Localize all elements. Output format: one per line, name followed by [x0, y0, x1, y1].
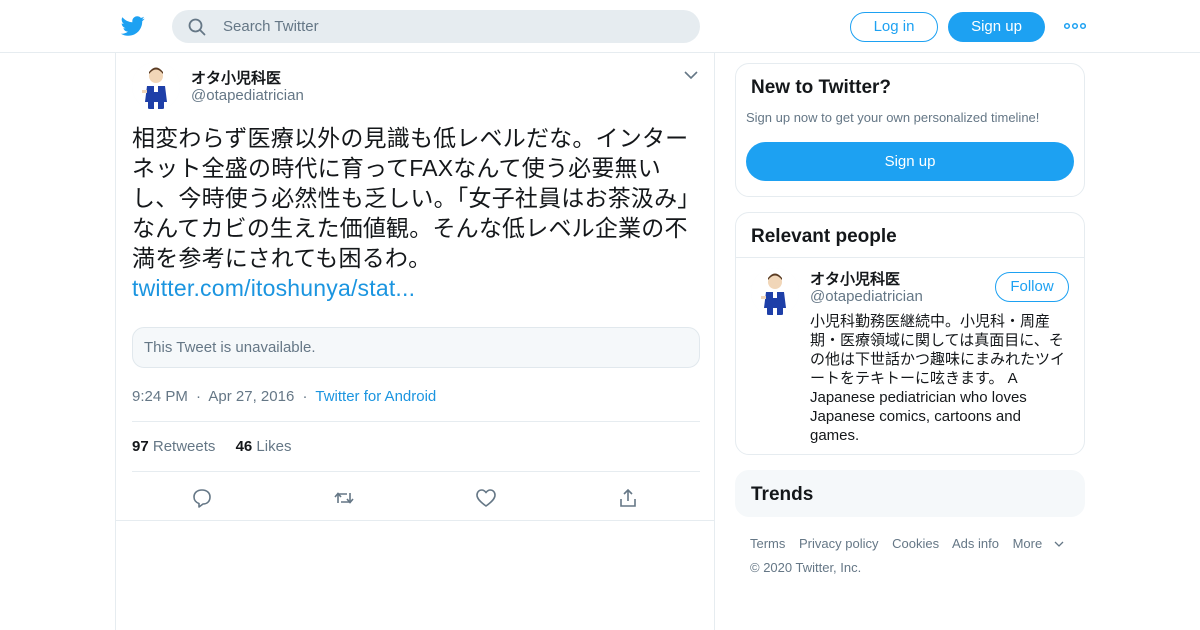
- avatar[interactable]: [132, 62, 180, 110]
- share-icon[interactable]: [617, 487, 639, 509]
- top-bar: Search Twitter Log in Sign up: [0, 0, 1200, 53]
- tweet-date[interactable]: Apr 27, 2016: [208, 388, 294, 405]
- footer-link-more[interactable]: More: [1013, 536, 1065, 551]
- divider: [132, 471, 700, 472]
- footer-link-privacy[interactable]: Privacy policy: [799, 536, 878, 551]
- trends-title: Trends: [751, 484, 814, 505]
- trends-card: Trends: [735, 470, 1085, 517]
- retweets-label: Retweets: [152, 438, 216, 455]
- retweets-count: 97: [132, 438, 149, 455]
- unavailable-text: This Tweet is unavailable.: [144, 339, 316, 356]
- new-to-twitter-subtitle: Sign up now to get your own personalized…: [746, 110, 1040, 125]
- search-input[interactable]: Search Twitter: [223, 18, 319, 35]
- tweet-body: 相変わらず医療以外の見識も低レベルだな。インターネット全盛の時代に育ってFAXな…: [132, 125, 701, 271]
- likes-label: Likes: [256, 438, 292, 455]
- reply-icon[interactable]: [191, 487, 213, 509]
- avatar-illustration-icon: [751, 268, 799, 316]
- avatar-illustration-icon: [132, 62, 180, 110]
- author-name[interactable]: オタ小児科医: [191, 67, 281, 88]
- heart-icon[interactable]: [475, 487, 497, 509]
- tweet-text: 相変わらず医療以外の見識も低レベルだな。インターネット全盛の時代に育ってFAXな…: [132, 123, 702, 303]
- meta-separator: ·: [196, 388, 202, 405]
- relevant-people-card: Relevant people オタ小児科医 @otapediatrician …: [735, 212, 1085, 455]
- relevant-people-title: Relevant people: [751, 226, 897, 247]
- likes-count: 46: [235, 438, 253, 455]
- chevron-down-icon: [1054, 541, 1064, 547]
- footer-links: Terms Privacy policy Cookies Ads info Mo…: [750, 536, 1074, 551]
- likes-stat[interactable]: 46 Likes: [236, 438, 292, 455]
- new-to-twitter-card: New to Twitter? Sign up now to get your …: [735, 63, 1085, 197]
- search-bar[interactable]: Search Twitter: [172, 10, 700, 43]
- follow-button[interactable]: Follow: [995, 272, 1069, 302]
- person-name[interactable]: オタ小児科医: [810, 268, 900, 289]
- tweet-meta: 9:24 PM · Apr 27, 2016 · Twitter for And…: [132, 388, 436, 405]
- tweet-column: オタ小児科医 @otapediatrician 相変わらず医療以外の見識も低レベ…: [115, 53, 715, 630]
- divider: [132, 421, 700, 422]
- more-dots-icon[interactable]: [1064, 18, 1086, 34]
- tweet-link[interactable]: twitter.com/itoshunya/stat...: [132, 273, 702, 303]
- signup-button[interactable]: Sign up: [948, 12, 1045, 42]
- footer-link-terms[interactable]: Terms: [750, 536, 785, 551]
- tweet-stats: 97 Retweets 46 Likes: [132, 438, 291, 455]
- author-handle[interactable]: @otapediatrician: [191, 87, 304, 104]
- divider: [736, 257, 1084, 258]
- search-icon: [188, 18, 206, 36]
- person-avatar[interactable]: [751, 268, 799, 316]
- person-handle[interactable]: @otapediatrician: [810, 288, 923, 305]
- footer-link-cookies[interactable]: Cookies: [892, 536, 939, 551]
- chevron-down-icon[interactable]: [684, 70, 698, 80]
- meta-separator: ·: [302, 388, 308, 405]
- quoted-tweet-unavailable: This Tweet is unavailable.: [132, 327, 700, 368]
- twitter-bird-icon[interactable]: [120, 14, 146, 38]
- footer-link-ads-info[interactable]: Ads info: [952, 536, 999, 551]
- login-button[interactable]: Log in: [850, 12, 938, 42]
- copyright: © 2020 Twitter, Inc.: [750, 560, 862, 575]
- retweets-stat[interactable]: 97 Retweets: [132, 438, 215, 455]
- sidebar-signup-button[interactable]: Sign up: [746, 142, 1074, 181]
- tweet-bottom-border: [116, 520, 714, 521]
- new-to-twitter-title: New to Twitter?: [751, 77, 892, 98]
- tweet-source[interactable]: Twitter for Android: [315, 388, 436, 405]
- retweet-icon[interactable]: [333, 487, 355, 509]
- person-bio: 小児科勤務医継続中。小児科・周産期・医療領域に関しては真面目に、その他は下世話か…: [810, 313, 1066, 444]
- footer-more-label: More: [1012, 536, 1043, 551]
- tweet-time[interactable]: 9:24 PM: [132, 388, 188, 405]
